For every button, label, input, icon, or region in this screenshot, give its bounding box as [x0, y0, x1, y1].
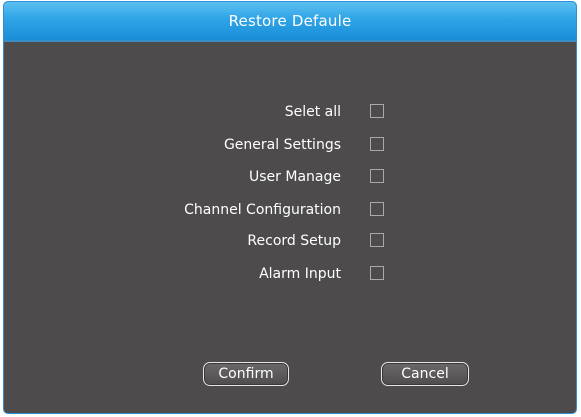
option-label-select-all: Selet all [284, 104, 341, 120]
alarm-input-checkbox[interactable] [370, 266, 384, 280]
channel-configuration-checkbox[interactable] [370, 202, 384, 216]
user-manage-checkbox[interactable] [370, 169, 384, 183]
option-user-manage: User Manage [4, 167, 576, 187]
option-select-all: Selet all [4, 102, 576, 122]
select-all-checkbox[interactable] [370, 104, 384, 118]
option-channel-configuration: Channel Configuration [4, 200, 576, 220]
option-record-setup: Record Setup [4, 231, 576, 251]
confirm-button[interactable]: Confirm [203, 362, 289, 386]
dialog-title: Restore Defaule [228, 12, 352, 30]
option-general-settings: General Settings [4, 135, 576, 155]
option-label-alarm-input: Alarm Input [259, 266, 341, 282]
option-label-channel-configuration: Channel Configuration [184, 202, 341, 218]
option-alarm-input: Alarm Input [4, 264, 576, 284]
option-label-user-manage: User Manage [249, 169, 341, 185]
option-label-general-settings: General Settings [223, 137, 341, 153]
restore-default-dialog: Restore Defaule Selet all General Settin… [3, 1, 577, 414]
record-setup-checkbox[interactable] [370, 233, 384, 247]
dialog-titlebar: Restore Defaule [4, 2, 576, 42]
option-label-record-setup: Record Setup [247, 233, 341, 249]
general-settings-checkbox[interactable] [370, 137, 384, 151]
cancel-button[interactable]: Cancel [381, 362, 469, 386]
